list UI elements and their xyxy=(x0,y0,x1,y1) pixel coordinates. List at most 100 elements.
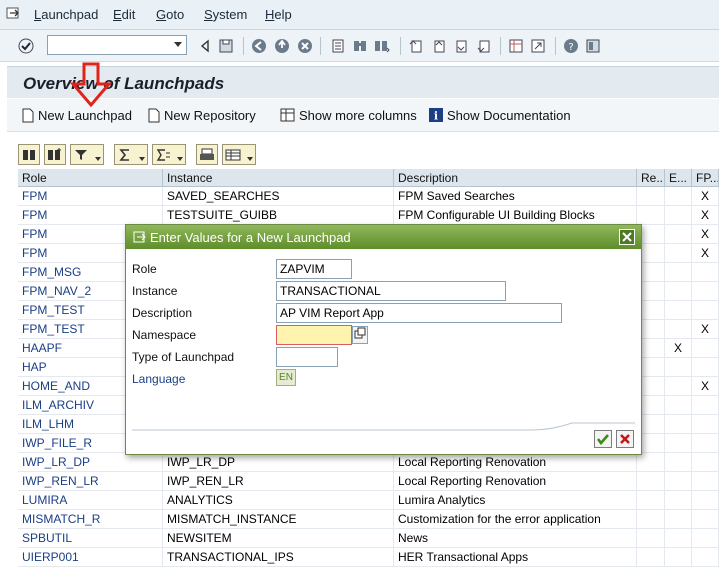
chevron-down-icon[interactable] xyxy=(177,157,183,161)
print-grid-button[interactable] xyxy=(196,144,218,165)
menu-edit[interactable]: Edit xyxy=(113,7,135,22)
description-field[interactable]: AP VIM Report App xyxy=(276,303,562,323)
description-cell: Local Reporting Renovation xyxy=(394,453,637,472)
column-header-description[interactable]: Description xyxy=(394,169,637,187)
instance-cell: MISMATCH_INSTANCE xyxy=(163,510,394,529)
instance-field[interactable]: TRANSACTIONAL xyxy=(276,281,506,301)
column-header-fp[interactable]: FP... xyxy=(692,169,719,187)
role-cell[interactable]: UIERP001 xyxy=(18,548,163,567)
re-cell xyxy=(637,491,665,510)
table-row[interactable]: FPM TESTSUITE_GUIBB FPM Configurable UI Bu… xyxy=(18,206,719,225)
column-header-re[interactable]: Re... xyxy=(637,169,665,187)
chevron-down-icon[interactable] xyxy=(139,157,145,161)
system-menu-icon[interactable] xyxy=(5,5,21,21)
chevron-down-icon[interactable] xyxy=(247,157,253,161)
details-button[interactable] xyxy=(18,144,40,165)
table-row[interactable]: FPM SAVED_SEARCHES FPM Saved Searches X xyxy=(18,187,719,206)
document-icon xyxy=(148,108,160,123)
back-icon[interactable] xyxy=(251,38,267,54)
table-row[interactable]: IWP_REN_LR IWP_REN_LR Local Reporting Reno… xyxy=(18,472,719,491)
previous-page-icon[interactable] xyxy=(431,38,447,54)
dialog-title-bar: Enter Values for a New Launchpad xyxy=(126,225,641,249)
svg-text:i: i xyxy=(434,110,438,123)
table-row[interactable]: LUMIRA ANALYTICS Lumira Analytics xyxy=(18,491,719,510)
collapse-icon[interactable] xyxy=(197,38,213,54)
new-launchpad-button[interactable]: New Launchpad xyxy=(22,108,132,124)
role-cell[interactable]: FPM xyxy=(18,187,163,206)
new-session-icon[interactable] xyxy=(508,38,524,54)
sum-button[interactable] xyxy=(114,144,148,165)
fp-cell: X xyxy=(692,244,719,263)
find-next-icon[interactable] xyxy=(374,38,390,54)
show-documentation-button[interactable]: i Show Documentation xyxy=(429,108,571,124)
e-cell xyxy=(665,472,692,491)
role-field[interactable]: ZAPVIM xyxy=(276,259,352,279)
subtotal-icon xyxy=(156,149,170,161)
description-cell: Local Reporting Renovation xyxy=(394,472,637,491)
checkmark-icon xyxy=(596,434,609,446)
column-header-instance[interactable]: Instance xyxy=(163,169,394,187)
role-cell[interactable]: LUMIRA xyxy=(18,491,163,510)
last-page-icon[interactable] xyxy=(476,38,492,54)
e-cell xyxy=(665,225,692,244)
role-cell[interactable]: MISMATCH_R xyxy=(18,510,163,529)
table-row[interactable]: IWP_LR_DP IWP_LR_DP Local Reporting Renova… xyxy=(18,453,719,472)
shortcut-icon[interactable] xyxy=(530,38,546,54)
next-page-icon[interactable] xyxy=(453,38,469,54)
table-row[interactable]: MISMATCH_R MISMATCH_INSTANCE Customization… xyxy=(18,510,719,529)
instance-cell: SAVED_SEARCHES xyxy=(163,187,394,206)
column-header-role[interactable]: Role xyxy=(18,169,163,187)
exit-icon[interactable] xyxy=(274,38,290,54)
value-help-button[interactable] xyxy=(352,326,368,344)
help-icon[interactable]: ? xyxy=(563,38,579,54)
filter-button[interactable] xyxy=(70,144,104,165)
chevron-down-icon[interactable] xyxy=(174,42,182,47)
new-repository-button[interactable]: New Repository xyxy=(148,108,256,124)
menu-system[interactable]: System xyxy=(204,7,247,22)
role-cell[interactable]: SPBUTIL xyxy=(18,529,163,548)
re-cell xyxy=(637,548,665,567)
e-cell xyxy=(665,396,692,415)
e-cell xyxy=(665,529,692,548)
table-row[interactable]: SPBUTIL NEWSITEM News xyxy=(18,529,719,548)
chevron-down-icon[interactable] xyxy=(95,157,101,161)
fp-cell xyxy=(692,548,719,567)
find-next-grid-button[interactable] xyxy=(44,144,66,165)
dialog-close-button[interactable] xyxy=(619,229,635,245)
menu-goto[interactable]: Goto xyxy=(156,7,184,22)
namespace-field[interactable] xyxy=(276,325,352,345)
subtotal-button[interactable] xyxy=(152,144,186,165)
e-cell xyxy=(665,434,692,453)
first-page-icon[interactable] xyxy=(408,38,424,54)
re-cell xyxy=(637,187,665,206)
column-header-e[interactable]: E... xyxy=(665,169,692,187)
layout-icon[interactable] xyxy=(585,38,601,54)
e-cell xyxy=(665,453,692,472)
description-cell: FPM Configurable UI Building Blocks xyxy=(394,206,637,225)
role-cell[interactable]: FPM xyxy=(18,206,163,225)
fp-cell xyxy=(692,282,719,301)
description-cell: Lumira Analytics xyxy=(394,491,637,510)
re-cell xyxy=(637,510,665,529)
views-button[interactable] xyxy=(222,144,256,165)
menu-launchpad[interactable]: Launchpad xyxy=(34,7,98,22)
role-cell[interactable]: IWP_REN_LR xyxy=(18,472,163,491)
fp-cell: X xyxy=(692,187,719,206)
print-icon[interactable] xyxy=(330,38,346,54)
type-of-launchpad-field[interactable] xyxy=(276,347,338,367)
table-row[interactable]: UIERP001 TRANSACTIONAL_IPS HER Transaction… xyxy=(18,548,719,567)
menu-help[interactable]: Help xyxy=(265,7,292,22)
cancel-icon[interactable] xyxy=(297,38,313,54)
description-cell: News xyxy=(394,529,637,548)
find-icon[interactable] xyxy=(352,38,368,54)
show-more-columns-button[interactable]: Show more columns xyxy=(280,108,417,124)
command-field[interactable] xyxy=(47,35,187,55)
save-icon[interactable] xyxy=(218,38,234,54)
role-cell[interactable]: IWP_LR_DP xyxy=(18,453,163,472)
cancel-button[interactable] xyxy=(616,430,634,448)
dialog-divider xyxy=(132,422,635,431)
confirm-button[interactable] xyxy=(594,430,612,448)
enter-icon[interactable] xyxy=(18,38,34,54)
new-launchpad-dialog: Enter Values for a New Launchpad Role ZA… xyxy=(125,224,642,455)
e-cell xyxy=(665,244,692,263)
